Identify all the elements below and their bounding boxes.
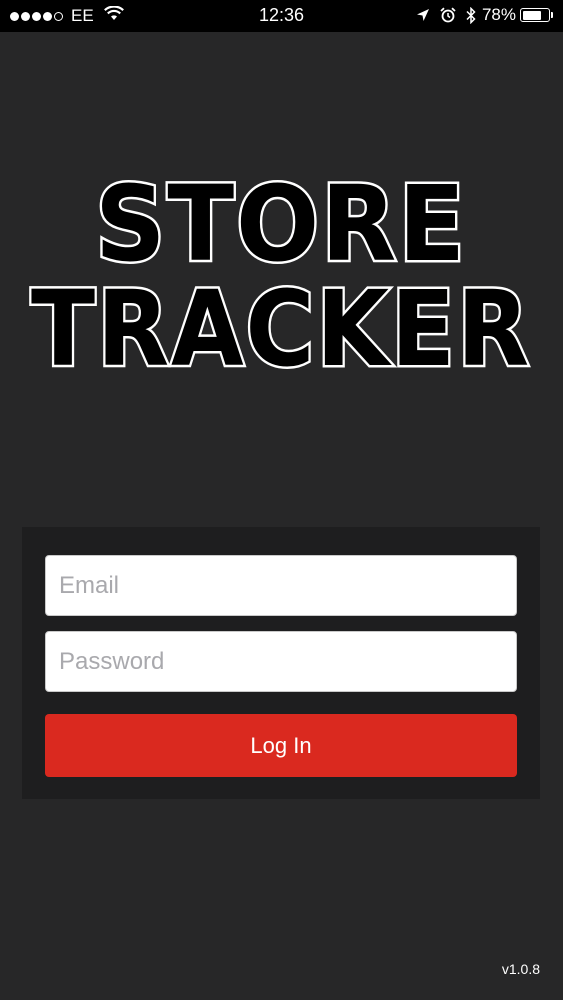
location-arrow-icon [416, 8, 430, 22]
app-logo: STORE TRACKER [0, 160, 563, 393]
login-form: Log In [22, 527, 540, 799]
battery-level-fill [522, 10, 542, 20]
battery-icon [520, 8, 550, 22]
logo-line-store: STORE [95, 163, 467, 285]
password-field[interactable] [45, 631, 517, 692]
status-bar: EE 12:36 78% [0, 0, 563, 32]
login-screen: EE 12:36 78% STORE TRACKER Email Log In … [0, 0, 563, 1000]
bluetooth-icon [466, 6, 476, 24]
battery-cap [551, 12, 553, 18]
login-button[interactable]: Log In [45, 714, 517, 777]
battery-percentage: 78% [481, 5, 516, 24]
status-bar-right: 78% [406, 5, 553, 25]
email-field[interactable] [45, 555, 517, 616]
app-version: v1.0.8 [501, 961, 540, 977]
alarm-icon [440, 7, 456, 23]
logo-line-tracker: TRACKER [31, 268, 531, 390]
